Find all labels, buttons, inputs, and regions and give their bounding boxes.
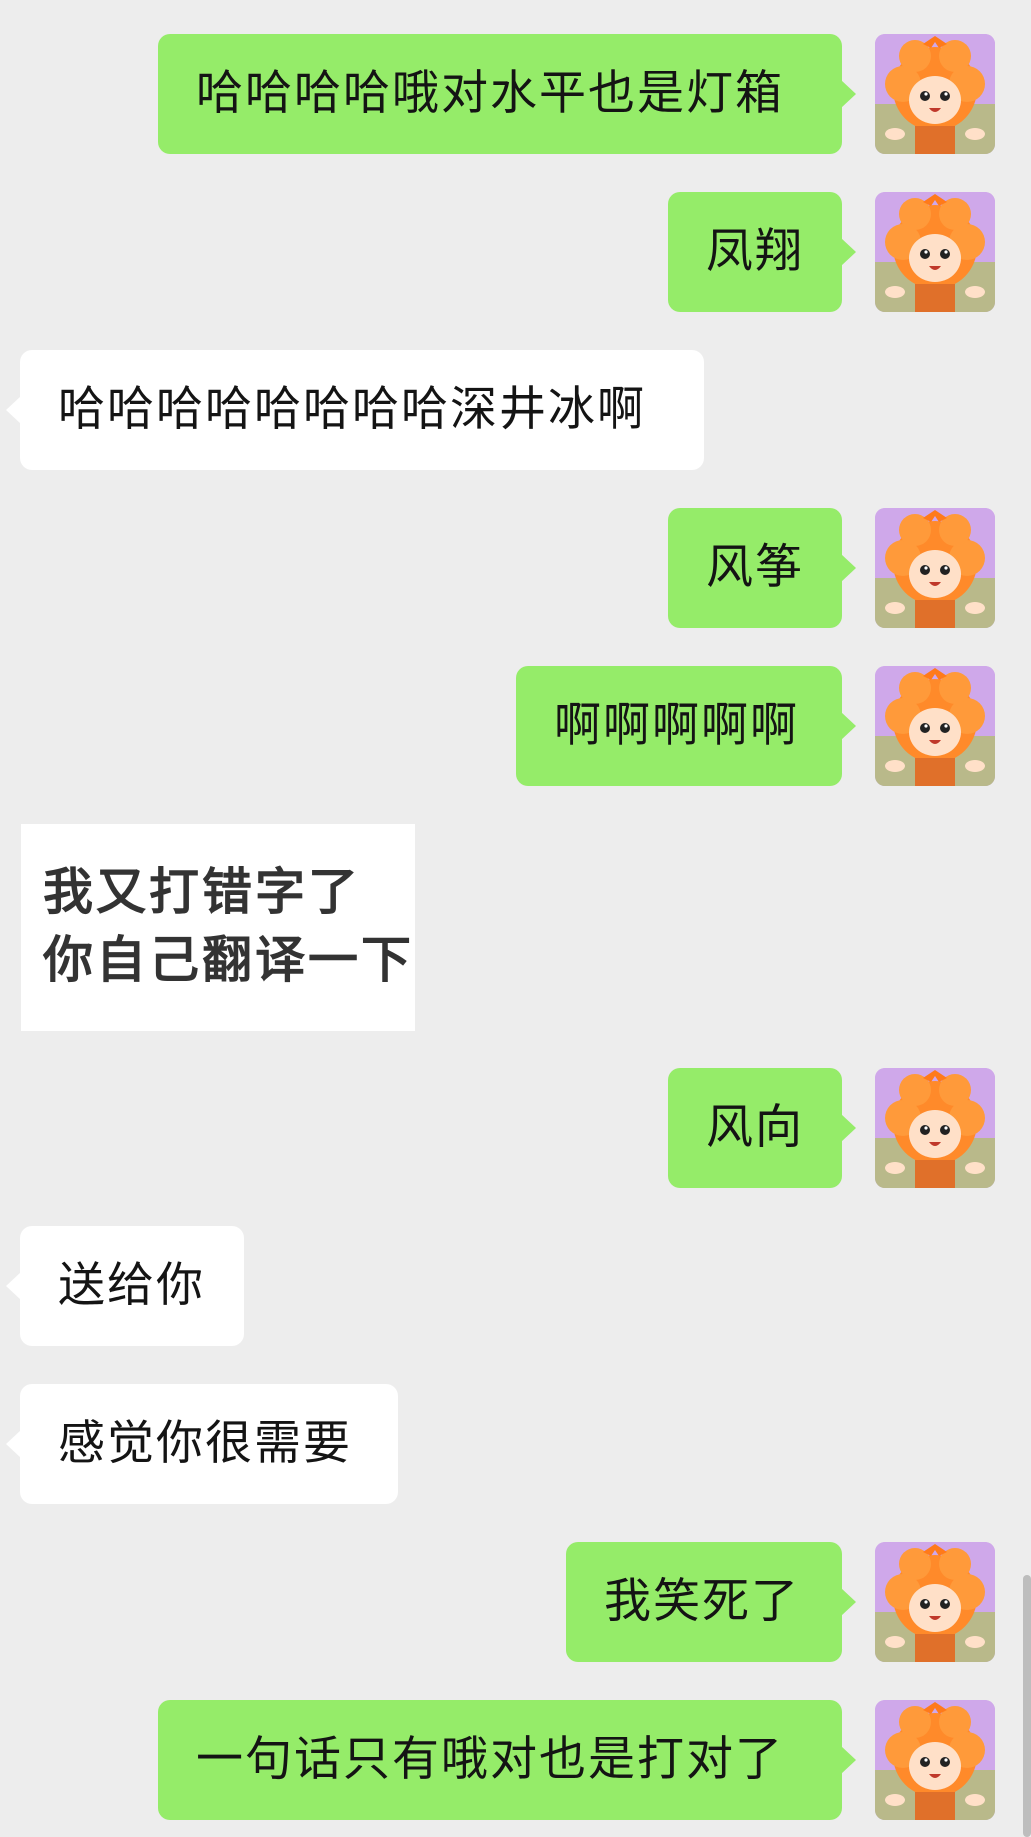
received-sticker[interactable]: 我又打错字了 你自己翻译一下 <box>21 824 415 1031</box>
sent-message-bubble[interactable]: 风向 <box>668 1068 856 1188</box>
cartoon-girl-avatar-icon <box>875 666 995 786</box>
user-avatar[interactable] <box>875 1068 995 1188</box>
user-avatar[interactable] <box>875 1542 995 1662</box>
received-message-bubble[interactable]: 感觉你很需要 <box>6 1384 398 1504</box>
sent-message-bubble[interactable]: 哈哈哈哈哦对水平也是灯箱 <box>158 34 856 154</box>
user-avatar[interactable] <box>875 1700 995 1820</box>
received-message-bubble[interactable]: 送给你 <box>6 1226 244 1346</box>
user-avatar[interactable] <box>875 192 995 312</box>
sticker-text-line: 你自己翻译一下 <box>43 931 414 989</box>
cartoon-girl-avatar-icon <box>875 34 995 154</box>
user-avatar[interactable] <box>875 508 995 628</box>
sent-message-bubble[interactable]: 我笑死了 <box>566 1542 856 1662</box>
sent-message-bubble[interactable]: 一句话只有哦对也是打对了 <box>158 1700 856 1820</box>
cartoon-girl-avatar-icon <box>875 1700 995 1820</box>
sent-message-bubble[interactable]: 风筝 <box>668 508 856 628</box>
scrollbar[interactable] <box>1023 1575 1031 1837</box>
chat-message-list[interactable]: 哈哈哈哈哦对水平也是灯箱 凤翔 哈哈哈哈哈哈哈哈深井冰啊 风筝 啊啊啊啊啊 我又… <box>0 0 1031 1837</box>
user-avatar[interactable] <box>875 34 995 154</box>
cartoon-girl-avatar-icon <box>875 192 995 312</box>
sticker-text-line: 我又打错字了 <box>43 863 361 921</box>
cartoon-girl-avatar-icon <box>875 1542 995 1662</box>
user-avatar[interactable] <box>875 666 995 786</box>
sent-message-bubble[interactable]: 凤翔 <box>668 192 856 312</box>
cartoon-girl-avatar-icon <box>875 508 995 628</box>
received-message-bubble[interactable]: 哈哈哈哈哈哈哈哈深井冰啊 <box>6 350 704 470</box>
sent-message-bubble[interactable]: 啊啊啊啊啊 <box>516 666 856 786</box>
cartoon-girl-avatar-icon <box>875 1068 995 1188</box>
